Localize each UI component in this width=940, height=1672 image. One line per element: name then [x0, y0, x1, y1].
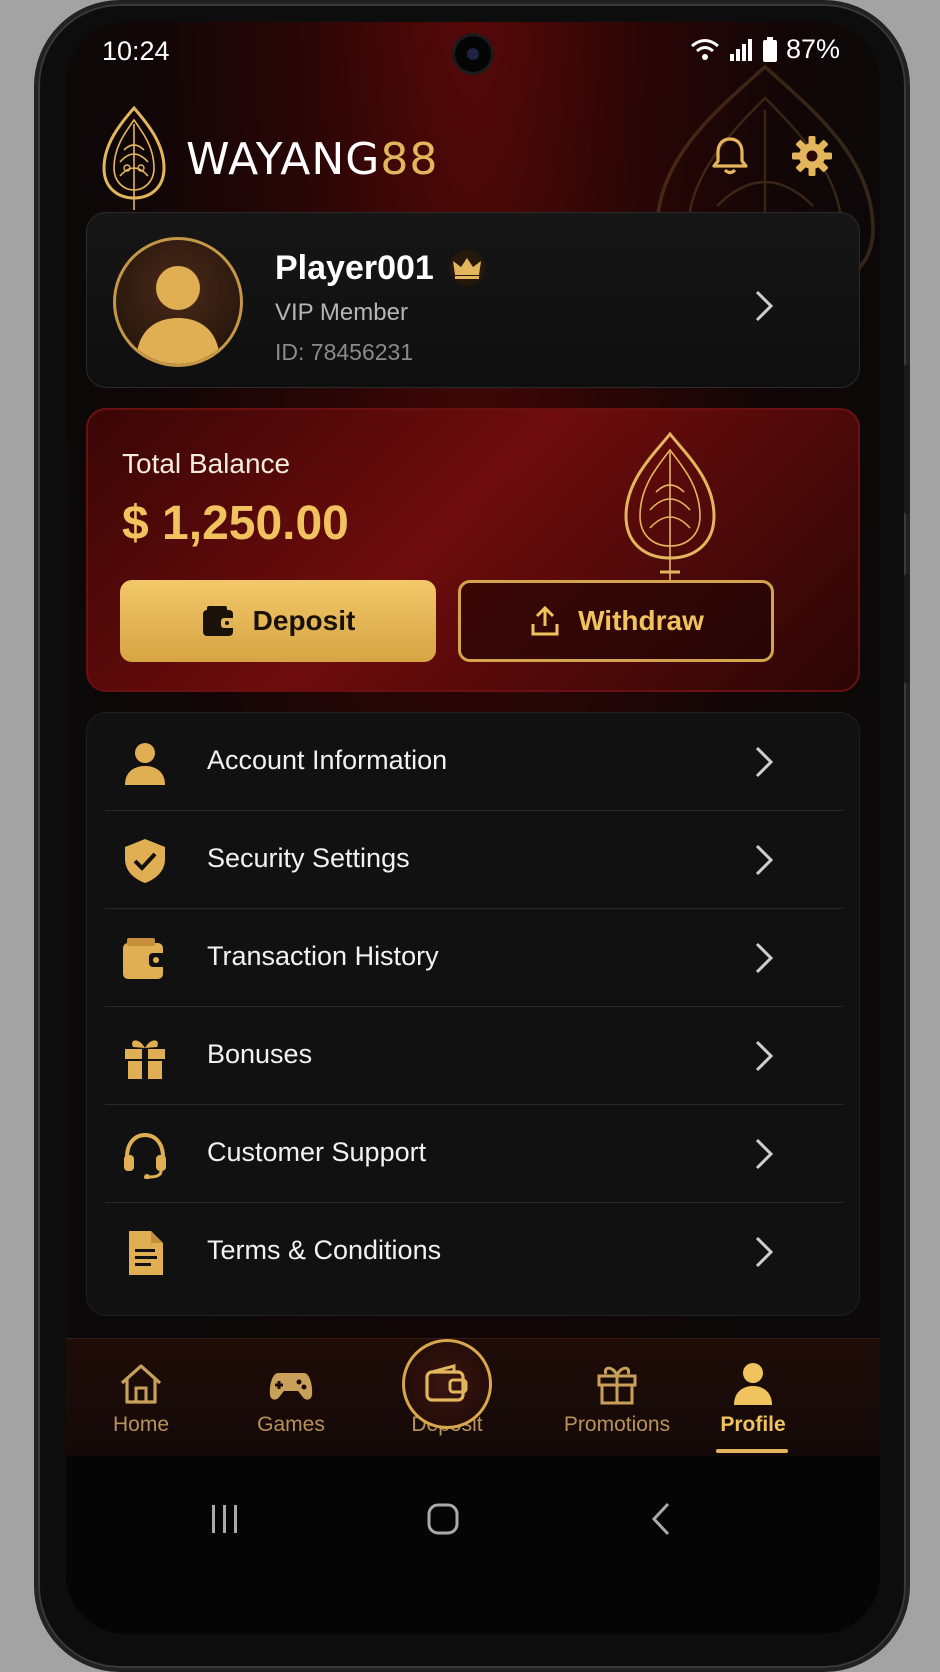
nav-label: Games — [257, 1413, 325, 1436]
player-name: Player001 — [275, 249, 434, 287]
chevron-right-icon — [755, 1236, 774, 1268]
wallet-icon — [123, 938, 167, 979]
chevron-right-icon — [755, 1138, 774, 1170]
balance-label: Total Balance — [122, 448, 291, 479]
wayang-ornament-icon — [624, 432, 716, 580]
chevron-right-icon — [755, 844, 774, 876]
gear-icon[interactable] — [790, 134, 834, 178]
deposit-fab[interactable] — [402, 1339, 492, 1429]
menu-item-label: Customer Support — [207, 1137, 427, 1167]
system-navigation-bar — [66, 1456, 880, 1634]
balance-card: Total Balance $ 1,250.00 Deposit Withdra… — [86, 408, 860, 692]
nav-label: Home — [112, 1413, 170, 1436]
withdraw-button[interactable]: Withdraw — [458, 580, 774, 662]
shield-check-icon — [125, 839, 165, 883]
menu-item-label: Security Settings — [207, 843, 410, 873]
headset-icon — [124, 1132, 166, 1179]
nav-item-games[interactable]: Games — [216, 1361, 366, 1437]
wallet-icon — [202, 606, 235, 636]
chevron-right-icon — [755, 942, 774, 974]
app-header: WAYANG 88 — [100, 106, 860, 216]
chevron-right-icon — [755, 1040, 774, 1072]
avatar — [113, 237, 243, 367]
bell-icon[interactable] — [708, 134, 752, 178]
battery-percent: 87% — [785, 34, 840, 64]
front-camera — [455, 36, 491, 72]
menu-item-label: Account Information — [207, 745, 448, 775]
active-tab-indicator — [716, 1449, 788, 1453]
nav-item-home[interactable]: Home — [66, 1361, 216, 1437]
deposit-button-label: Deposit — [252, 605, 356, 636]
wallet-icon — [425, 1364, 468, 1402]
player-id: ID: 78456231 — [275, 339, 414, 365]
back-icon[interactable] — [640, 1496, 686, 1542]
nav-item-promotions[interactable]: Promotions — [542, 1361, 692, 1437]
menu-item-terms-conditions[interactable]: Terms & Conditions — [87, 1203, 861, 1301]
brand-number: 88 — [380, 134, 439, 185]
menu-item-bonuses[interactable]: Bonuses — [87, 1007, 861, 1105]
side-button — [904, 364, 910, 514]
wifi-icon — [690, 38, 719, 60]
menu-item-security-settings[interactable]: Security Settings — [87, 811, 861, 909]
settings-menu: Account Information Security Settings Tr… — [86, 712, 860, 1316]
side-button — [904, 574, 910, 684]
crown-icon — [449, 250, 485, 286]
recent-apps-icon[interactable] — [202, 1496, 248, 1542]
user-icon — [125, 743, 165, 785]
balance-amount: $ 1,250.00 — [122, 497, 349, 550]
chevron-right-icon — [755, 290, 774, 322]
brand-name: WAYANG 88 — [186, 134, 438, 185]
nav-label: Profile — [720, 1413, 786, 1436]
nav-item-profile[interactable]: Profile — [678, 1361, 828, 1437]
bottom-navigation: Home Games Deposit Promotions Profile — [66, 1338, 880, 1456]
profile-card[interactable]: Player001 VIP Member ID: 78456231 — [86, 212, 860, 388]
gift-icon — [125, 1040, 165, 1079]
user-icon — [734, 1363, 772, 1405]
menu-item-customer-support[interactable]: Customer Support — [87, 1105, 861, 1203]
deposit-button[interactable]: Deposit — [120, 580, 436, 662]
nav-label: Promotions — [563, 1413, 671, 1436]
status-time: 10:24 — [102, 36, 170, 66]
app-screen: 10:24 87% WAYANG 88 Player001 VIP Member … — [66, 22, 880, 1634]
document-icon — [129, 1231, 163, 1275]
brand-text: WAYANG — [186, 134, 381, 185]
menu-item-account-information[interactable]: Account Information — [87, 713, 861, 811]
menu-item-label: Terms & Conditions — [207, 1235, 442, 1265]
battery-icon — [762, 36, 777, 62]
status-icons: 87% — [690, 34, 840, 65]
gift-icon — [597, 1366, 637, 1405]
menu-item-label: Transaction History — [207, 941, 439, 971]
gamepad-icon — [269, 1373, 313, 1400]
menu-item-label: Bonuses — [207, 1039, 313, 1069]
chevron-right-icon — [755, 746, 774, 778]
membership-level: VIP Member — [275, 299, 408, 326]
wayang-logo-icon — [102, 106, 166, 210]
nav-item-deposit[interactable]: Deposit — [372, 1339, 522, 1437]
menu-item-transaction-history[interactable]: Transaction History — [87, 909, 861, 1007]
withdraw-button-label: Withdraw — [578, 605, 704, 636]
user-avatar-icon — [136, 266, 220, 364]
home-button-icon[interactable] — [420, 1496, 466, 1542]
upload-icon — [531, 605, 559, 636]
home-icon — [120, 1364, 162, 1404]
signal-icon — [729, 38, 752, 61]
